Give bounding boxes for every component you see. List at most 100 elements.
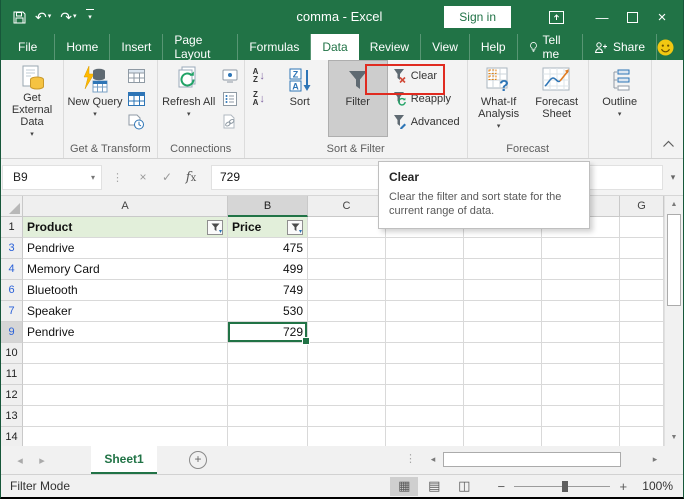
edit-links-button[interactable] xyxy=(218,111,242,132)
sort-button[interactable]: Z A Sort xyxy=(271,61,329,136)
scroll-down-button[interactable]: ▼ xyxy=(665,429,683,446)
zoom-in-button[interactable]: + xyxy=(616,479,630,494)
cell-C11[interactable] xyxy=(308,364,386,385)
select-all-button[interactable] xyxy=(1,196,23,217)
cell-D4[interactable] xyxy=(386,259,464,280)
column-header-B[interactable]: B xyxy=(228,196,308,217)
row-header-14[interactable]: 14 xyxy=(1,427,23,446)
tab-insert[interactable]: Insert xyxy=(110,34,164,60)
cell-F12[interactable] xyxy=(542,385,620,406)
column-header-G[interactable]: G xyxy=(620,196,664,217)
scroll-right-button[interactable]: ▸ xyxy=(647,451,663,468)
formula-bar-splitter[interactable]: ⋮ xyxy=(112,171,123,184)
zoom-level[interactable]: 100% xyxy=(642,479,673,493)
next-sheet-button[interactable]: ▸ xyxy=(31,446,53,474)
tab-view[interactable]: View xyxy=(421,34,470,60)
new-query-button[interactable]: New Query ▾ xyxy=(66,61,124,136)
cell-B3[interactable]: 475 xyxy=(228,238,308,259)
column-header-C[interactable]: C xyxy=(308,196,386,217)
cell-A7[interactable]: Speaker xyxy=(23,301,228,322)
tab-data[interactable]: Data xyxy=(311,34,359,60)
cell-G6[interactable] xyxy=(620,280,664,301)
row-header-11[interactable]: 11 xyxy=(1,364,23,385)
tab-help[interactable]: Help xyxy=(470,34,518,60)
close-button[interactable]: × xyxy=(647,0,677,34)
cell-B1[interactable]: Price ▾ xyxy=(228,217,308,238)
page-layout-view-button[interactable]: ▤ xyxy=(420,477,448,496)
cell-E13[interactable] xyxy=(464,406,542,427)
vertical-scrollbar[interactable]: ▲ ▼ xyxy=(664,196,683,446)
customize-quick-access-button[interactable]: ▾ xyxy=(85,9,94,25)
cell-E11[interactable] xyxy=(464,364,542,385)
cell-C13[interactable] xyxy=(308,406,386,427)
insert-function-button[interactable]: fx xyxy=(179,170,203,185)
reapply-filter-button[interactable]: Reapply xyxy=(387,87,465,110)
minimize-button[interactable]: — xyxy=(587,0,617,34)
new-sheet-button[interactable]: + xyxy=(189,451,207,469)
row-header-13[interactable]: 13 xyxy=(1,406,23,427)
cell-F6[interactable] xyxy=(542,280,620,301)
cell-F3[interactable] xyxy=(542,238,620,259)
row-header-7[interactable]: 7 xyxy=(1,301,23,322)
cell-F13[interactable] xyxy=(542,406,620,427)
normal-view-button[interactable]: ▦ xyxy=(390,476,419,496)
tab-tell-me[interactable]: Tell me xyxy=(518,33,583,61)
cell-D9[interactable] xyxy=(386,322,464,343)
connections-button[interactable] xyxy=(218,65,242,86)
column-header-A[interactable]: A xyxy=(23,196,228,217)
zoom-out-button[interactable]: − xyxy=(494,479,508,494)
ribbon-display-options-button[interactable] xyxy=(541,0,571,34)
cell-A14[interactable] xyxy=(23,427,228,446)
cell-E10[interactable] xyxy=(464,343,542,364)
cell-A12[interactable] xyxy=(23,385,228,406)
cell-F14[interactable] xyxy=(542,427,620,446)
scroll-up-button[interactable]: ▲ xyxy=(665,196,683,213)
cell-G7[interactable] xyxy=(620,301,664,322)
cell-G13[interactable] xyxy=(620,406,664,427)
cell-D11[interactable] xyxy=(386,364,464,385)
sort-ascending-button[interactable]: A Z ↓ xyxy=(247,64,271,87)
cell-D7[interactable] xyxy=(386,301,464,322)
cell-G12[interactable] xyxy=(620,385,664,406)
properties-button[interactable] xyxy=(218,88,242,109)
cell-E12[interactable] xyxy=(464,385,542,406)
cancel-button[interactable]: × xyxy=(131,170,155,184)
cell-B10[interactable] xyxy=(228,343,308,364)
cell-E6[interactable] xyxy=(464,280,542,301)
cell-D3[interactable] xyxy=(386,238,464,259)
collapse-ribbon-button[interactable] xyxy=(662,135,675,153)
row-header-1[interactable]: 1 xyxy=(1,217,23,238)
cell-A10[interactable] xyxy=(23,343,228,364)
cell-F7[interactable] xyxy=(542,301,620,322)
cell-B7[interactable]: 530 xyxy=(228,301,308,322)
clear-filter-button[interactable]: Clear xyxy=(387,64,465,87)
cell-A13[interactable] xyxy=(23,406,228,427)
horizontal-scrollbar-thumb[interactable] xyxy=(443,452,621,467)
cell-C4[interactable] xyxy=(308,259,386,280)
cell-E3[interactable] xyxy=(464,238,542,259)
cell-E14[interactable] xyxy=(464,427,542,446)
advanced-filter-button[interactable]: Advanced xyxy=(387,110,465,133)
cell-B14[interactable] xyxy=(228,427,308,446)
cell-F11[interactable] xyxy=(542,364,620,385)
undo-button[interactable]: ↶ ▾ xyxy=(35,10,51,24)
row-header-12[interactable]: 12 xyxy=(1,385,23,406)
cell-G3[interactable] xyxy=(620,238,664,259)
cell-C14[interactable] xyxy=(308,427,386,446)
price-filter-dropdown-button[interactable]: ▾ xyxy=(287,219,303,235)
cell-A9[interactable]: Pendrive xyxy=(23,322,228,343)
cell-C12[interactable] xyxy=(308,385,386,406)
horizontal-scrollbar[interactable]: ◂ ▸ xyxy=(425,451,663,468)
page-break-preview-button[interactable]: ◫ xyxy=(450,477,478,496)
save-button[interactable] xyxy=(13,11,26,24)
tab-file[interactable]: File xyxy=(1,34,56,60)
from-table-button[interactable] xyxy=(124,88,148,109)
cell-G1[interactable] xyxy=(620,217,664,238)
name-box[interactable]: B9 ▾ xyxy=(2,164,102,190)
cell-G14[interactable] xyxy=(620,427,664,446)
sort-descending-button[interactable]: Z A ↓ xyxy=(247,87,271,110)
cell-G10[interactable] xyxy=(620,343,664,364)
cell-G9[interactable] xyxy=(620,322,664,343)
cell-D13[interactable] xyxy=(386,406,464,427)
row-header-3[interactable]: 3 xyxy=(1,238,23,259)
